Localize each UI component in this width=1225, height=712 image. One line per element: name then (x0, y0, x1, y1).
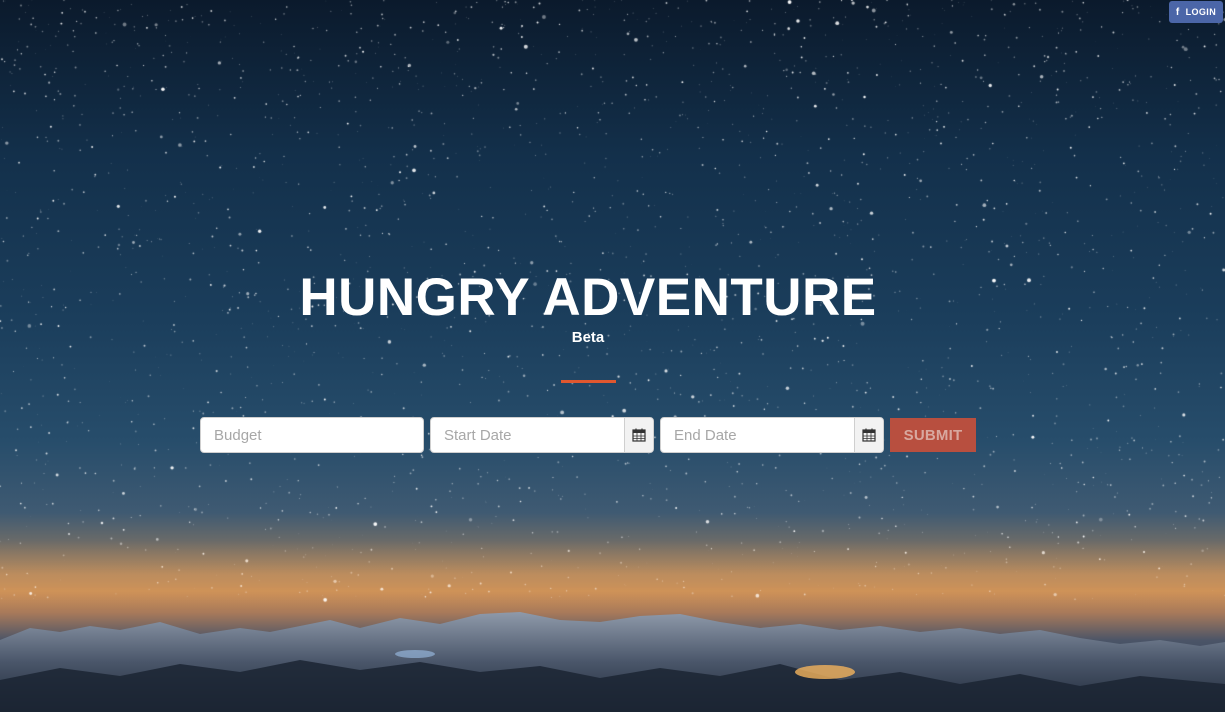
end-date-input[interactable] (661, 418, 854, 452)
budget-input[interactable] (201, 418, 423, 452)
submit-button[interactable]: SUBMIT (890, 418, 976, 452)
start-date-input[interactable] (431, 418, 624, 452)
accent-divider (561, 380, 616, 383)
calendar-icon[interactable] (624, 418, 653, 452)
hero-subtitle: Beta (571, 329, 605, 346)
budget-field[interactable] (200, 417, 424, 453)
facebook-icon: f (1175, 6, 1180, 18)
facebook-login-button[interactable]: f LOGIN (1169, 1, 1223, 23)
login-label: LOGIN (1185, 7, 1217, 17)
mountain-range-background (0, 540, 1225, 712)
end-date-field[interactable] (660, 417, 884, 453)
hero-title: HUNGRY ADVENTURE (299, 268, 877, 327)
start-date-field[interactable] (430, 417, 654, 453)
calendar-icon[interactable] (854, 418, 883, 452)
